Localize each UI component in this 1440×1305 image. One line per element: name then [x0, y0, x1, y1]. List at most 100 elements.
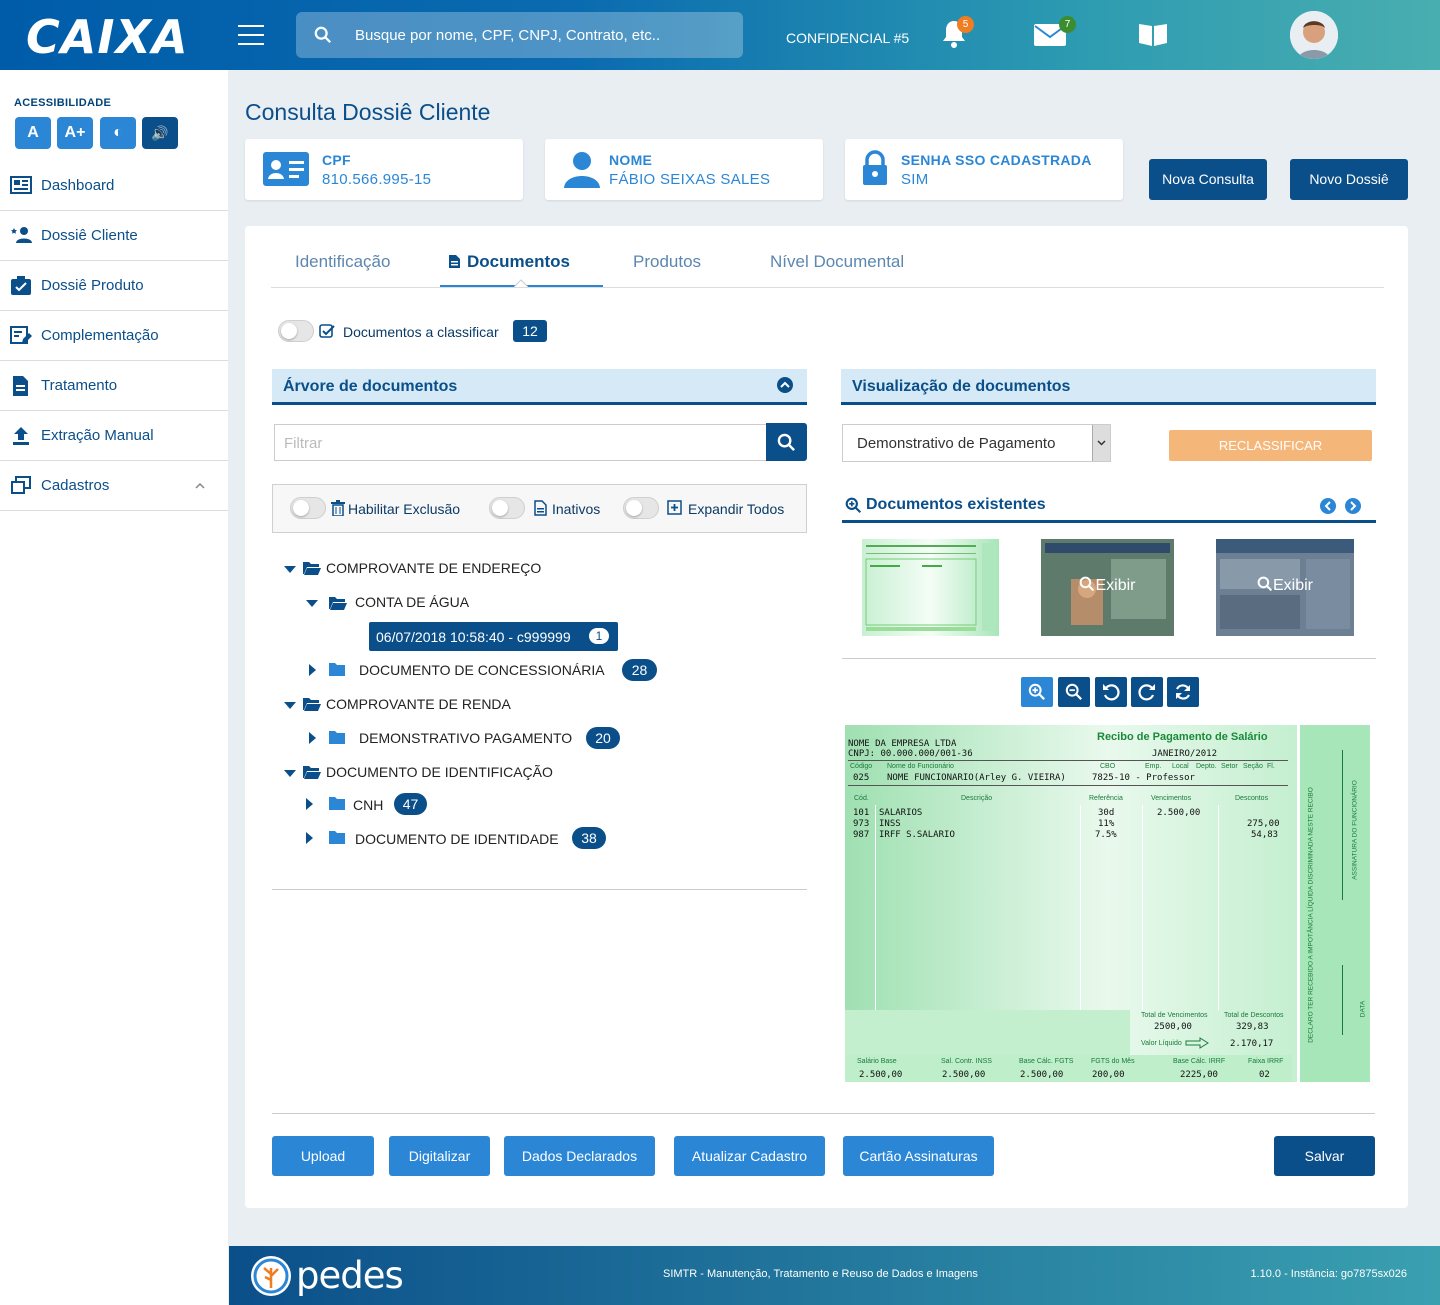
tree-node-documento-identificacao[interactable]: DOCUMENTO DE IDENTIFICAÇÃO [326, 764, 553, 780]
footer: pedes SIMTR - Manutenção, Tratamento e R… [229, 1246, 1440, 1305]
zoom-out-button[interactable] [1058, 677, 1090, 707]
payslip-c-cod: Cód. [854, 795, 869, 802]
digitalizar-button[interactable]: Digitalizar [389, 1136, 490, 1176]
caret-down-icon[interactable] [306, 600, 318, 607]
tree-panel-title: Árvore de documentos [283, 378, 458, 395]
atualizar-cadastro-button[interactable]: Atualizar Cadastro [674, 1136, 825, 1176]
sidebar-item-dossie-produto[interactable]: Dossiê Produto [0, 261, 228, 311]
tree-node-selected-document[interactable]: 06/07/2018 10:58:40 - c999999 1 [369, 622, 618, 651]
folder-icon [329, 831, 345, 844]
rotate-left-button[interactable] [1095, 677, 1127, 707]
inativos-toggle[interactable] [489, 497, 525, 519]
identidade-count-badge: 38 [572, 827, 606, 849]
sidebar-item-complementacao[interactable]: Complementação [0, 311, 228, 361]
payslip-rule [848, 785, 1288, 786]
concessionaria-count-badge: 28 [622, 659, 657, 681]
document-type-select[interactable]: Demonstrativo de Pagamento [842, 424, 1111, 462]
sidebar-item-tratamento[interactable]: Tratamento [0, 361, 228, 411]
caret-down-icon[interactable] [284, 702, 296, 709]
payslip-date-line [1342, 965, 1343, 1035]
payslip-col-line [1142, 805, 1143, 1010]
thumbnail-cnh[interactable]: Exibir [1041, 539, 1174, 636]
thumbnail-celpe[interactable]: Exibir [1216, 539, 1354, 636]
next-arrow-icon[interactable] [1345, 498, 1361, 514]
tree-node-documento-concessionaria[interactable]: DOCUMENTO DE CONCESSIONÁRIA [359, 662, 605, 678]
tree-node-demonstrativo-pagamento[interactable]: DEMONSTRATIVO PAGAMENTO [359, 730, 572, 746]
payslip-f-fgts-v: 2.500,00 [1020, 1070, 1064, 1080]
nome-value: FÁBIO SEIXAS SALES [609, 171, 771, 188]
nova-consulta-button[interactable]: Nova Consulta [1149, 159, 1267, 200]
reclassificar-button[interactable]: RECLASSIFICAR [1169, 430, 1372, 461]
sidebar-item-dashboard[interactable]: Dashboard [0, 161, 228, 211]
habilitar-exclusao-label: Habilitar Exclusão [348, 501, 461, 517]
filter-search-button[interactable] [766, 423, 807, 461]
tab-identificacao[interactable]: Identificação [295, 252, 390, 272]
reset-button[interactable] [1167, 677, 1199, 707]
contrast-button[interactable]: ◐ [100, 117, 136, 149]
tree-filter-input[interactable]: Filtrar [274, 424, 767, 461]
existing-docs-title: Documentos existentes [866, 496, 1046, 513]
zoom-out-icon [1065, 683, 1082, 700]
caret-down-icon[interactable] [284, 770, 296, 777]
rotate-right-button[interactable] [1131, 677, 1163, 707]
payslip-liq: 2.170,17 [1230, 1039, 1274, 1049]
tree-node-conta-agua[interactable]: CONTA DE ÁGUA [355, 594, 469, 610]
caret-right-icon[interactable] [309, 732, 316, 744]
caret-right-icon[interactable] [306, 832, 313, 844]
expandir-toggle[interactable] [623, 497, 659, 519]
thumbnail-payslip[interactable] [862, 539, 999, 636]
file-icon [449, 255, 460, 268]
payslip-signature-line [1342, 750, 1343, 900]
sidebar-item-dossie-cliente[interactable]: Dossiê Cliente [0, 211, 228, 261]
zoom-in-button[interactable] [1021, 677, 1053, 707]
manual-book-icon[interactable] [1137, 21, 1169, 52]
collapse-up-icon[interactable] [777, 377, 793, 393]
tree-node-comprovante-renda[interactable]: COMPROVANTE DE RENDA [326, 696, 511, 712]
audio-button[interactable]: 🔊 [142, 117, 178, 149]
salvar-button[interactable]: Salvar [1274, 1136, 1375, 1176]
payslip-row-desc: SALARIOS [879, 808, 923, 818]
exibir-label: Exibir [1216, 576, 1354, 595]
tree-node-cnh[interactable]: CNH [353, 797, 383, 813]
font-increase-button[interactable]: A+ [57, 117, 93, 149]
tree-node-documento-identidade[interactable]: DOCUMENTO DE IDENTIDADE [355, 831, 559, 847]
mail-icon[interactable]: 7 [1034, 16, 1076, 51]
dados-declarados-button[interactable]: Dados Declarados [504, 1136, 655, 1176]
caixa-logo[interactable]: CAIXA [26, 10, 189, 64]
tab-nivel-documental[interactable]: Nível Documental [770, 252, 904, 272]
prev-arrow-icon[interactable] [1320, 498, 1336, 514]
dashboard-icon [10, 176, 32, 194]
expandir-todos-label: Expandir Todos [688, 501, 785, 517]
folder-open-icon [303, 766, 321, 779]
cartao-assinaturas-button[interactable]: Cartão Assinaturas [843, 1136, 994, 1176]
payslip-side-signature: ASSINATURA DO FUNCIONÁRIO [1351, 780, 1359, 880]
hamburger-menu-icon[interactable] [238, 25, 264, 45]
nome-label: NOME [609, 152, 653, 168]
payslip-tot-venc-label: Total de Vencimentos [1141, 1012, 1208, 1019]
payslip-document-view: NOME DA EMPRESA LTDA CNPJ: 00.000.000/00… [845, 725, 1370, 1082]
sidebar-item-extracao-manual[interactable]: Extração Manual [0, 411, 228, 461]
tree-node-comprovante-endereco[interactable]: COMPROVANTE DE ENDEREÇO [326, 560, 541, 576]
senha-value: SIM [901, 171, 929, 188]
novo-dossie-button[interactable]: Novo Dossiê [1290, 159, 1408, 200]
payslip-thumb-image [865, 543, 996, 631]
payslip-h-setor: Setor [1221, 763, 1238, 770]
caret-right-icon[interactable] [309, 664, 316, 676]
upload-button[interactable]: Upload [272, 1136, 374, 1176]
tab-documentos[interactable]: Documentos [467, 252, 570, 272]
payslip-f-faixa: Faixa IRRF [1248, 1058, 1284, 1065]
caret-down-icon[interactable] [284, 566, 296, 573]
sidebar-item-cadastros[interactable]: Cadastros [0, 461, 228, 511]
checkbox-checked-icon [319, 324, 335, 338]
payslip-row-desc: INSS [879, 819, 901, 829]
tab-produtos[interactable]: Produtos [633, 252, 701, 272]
caret-right-icon[interactable] [306, 798, 313, 810]
classify-toggle[interactable] [278, 320, 314, 342]
user-avatar[interactable] [1290, 11, 1338, 59]
search-input[interactable]: Busque por nome, CPF, CNPJ, Contrato, et… [296, 12, 743, 58]
pedes-logo: pedes [296, 1254, 404, 1297]
font-normal-button[interactable]: A [15, 117, 51, 149]
notifications-bell-icon[interactable]: 5 [940, 16, 974, 55]
exclusao-toggle[interactable] [290, 497, 326, 519]
file-outline-icon [534, 500, 547, 516]
